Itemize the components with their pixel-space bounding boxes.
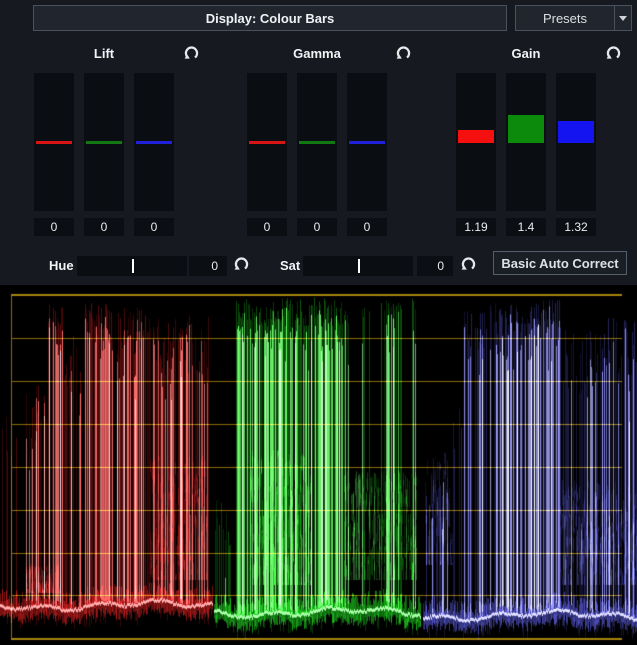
gain-title: Gain (512, 46, 541, 61)
basic-auto-correct-button[interactable]: Basic Auto Correct (493, 251, 627, 275)
lift-red-slider[interactable] (34, 73, 74, 211)
gain-blue-value[interactable]: 1.32 (556, 218, 596, 236)
lift-red-value[interactable]: 0 (34, 218, 74, 236)
lift-green-handle[interactable] (86, 141, 122, 144)
hue-reset-icon[interactable] (233, 255, 250, 272)
hue-label: Hue (49, 258, 74, 273)
lift-title: Lift (94, 46, 114, 61)
sat-slider[interactable] (303, 256, 413, 276)
gain-green-slider[interactable] (506, 73, 546, 211)
presets-button[interactable]: Presets (515, 5, 632, 31)
lift-green-slider[interactable] (84, 73, 124, 211)
gamma-red-value[interactable]: 0 (247, 218, 287, 236)
gain-red-value[interactable]: 1.19 (456, 218, 496, 236)
gain-reset-icon[interactable] (605, 44, 622, 61)
gain-green-value[interactable]: 1.4 (506, 218, 546, 236)
gamma-green-slider[interactable] (297, 73, 337, 211)
sat-slider-marker[interactable] (358, 259, 360, 273)
sat-reset-icon[interactable] (460, 255, 477, 272)
lift-red-handle[interactable] (36, 141, 72, 144)
gamma-blue-value[interactable]: 0 (347, 218, 387, 236)
waveform-scope (0, 285, 637, 645)
gain-red-handle[interactable] (458, 130, 494, 143)
hue-value[interactable]: 0 (189, 256, 227, 276)
gamma-red-slider[interactable] (247, 73, 287, 211)
gain-blue-slider[interactable] (556, 73, 596, 211)
rgb-parade-waveform (0, 285, 637, 645)
gamma-green-handle[interactable] (299, 141, 335, 144)
presets-dropdown-toggle[interactable] (614, 6, 631, 30)
gamma-blue-slider[interactable] (347, 73, 387, 211)
gain-red-slider[interactable] (456, 73, 496, 211)
colour-correct-panel: Display: Colour Bars Presets Lift Gamma … (0, 0, 637, 645)
hue-slider[interactable] (77, 256, 187, 276)
gamma-blue-handle[interactable] (349, 141, 385, 144)
chevron-down-icon (619, 16, 627, 21)
gamma-title: Gamma (293, 46, 341, 61)
sat-label: Sat (280, 258, 300, 273)
lift-blue-handle[interactable] (136, 141, 172, 144)
sat-value[interactable]: 0 (417, 256, 453, 276)
gain-blue-handle[interactable] (558, 121, 594, 143)
gamma-reset-icon[interactable] (395, 44, 412, 61)
lift-blue-slider[interactable] (134, 73, 174, 211)
gain-green-handle[interactable] (508, 115, 544, 143)
gamma-green-value[interactable]: 0 (297, 218, 337, 236)
presets-label: Presets (516, 6, 614, 30)
display-source-button[interactable]: Display: Colour Bars (33, 5, 507, 31)
gamma-red-handle[interactable] (249, 141, 285, 144)
hue-slider-marker[interactable] (132, 259, 134, 273)
lift-reset-icon[interactable] (183, 44, 200, 61)
lift-blue-value[interactable]: 0 (134, 218, 174, 236)
lift-green-value[interactable]: 0 (84, 218, 124, 236)
